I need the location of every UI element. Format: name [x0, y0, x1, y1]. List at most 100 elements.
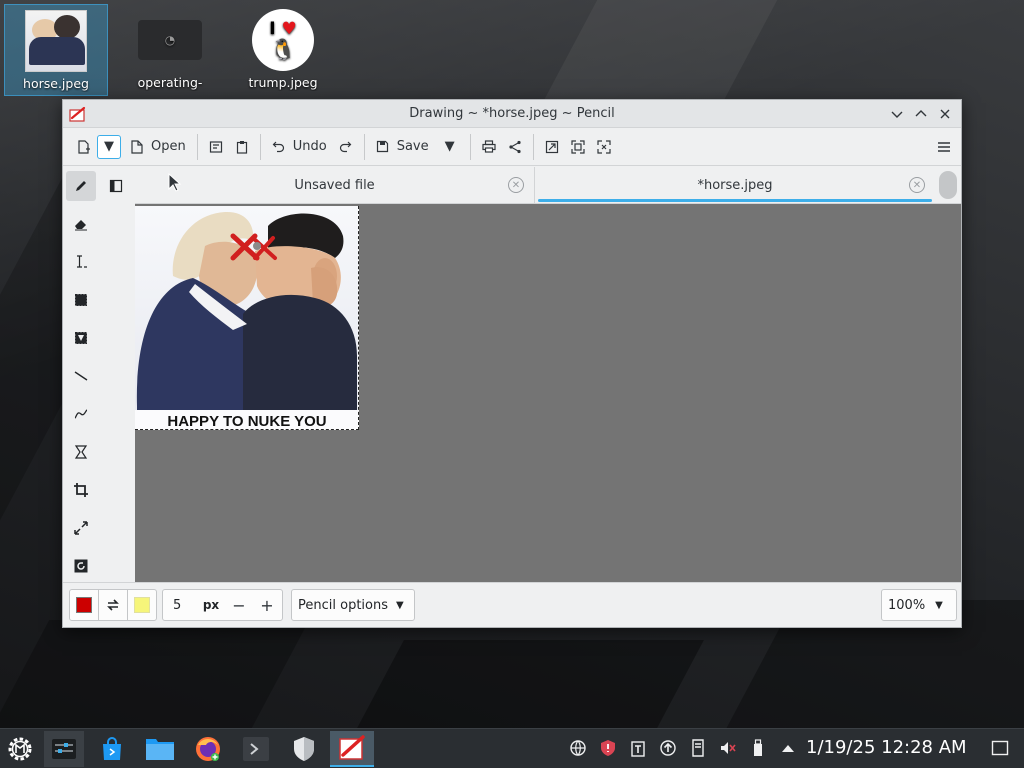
tab-horse-jpeg[interactable]: *horse.jpeg ✕	[535, 167, 935, 203]
window-title: Drawing ~ *horse.jpeg ~ Pencil	[409, 106, 615, 121]
tab-label: Unsaved file	[294, 177, 375, 193]
swap-arrows-icon	[107, 599, 119, 611]
print-button[interactable]	[476, 133, 502, 161]
application-launcher[interactable]	[0, 731, 40, 767]
network-tray-icon[interactable]	[568, 738, 588, 758]
desktop-icon-label: horse.jpeg	[23, 76, 89, 91]
save-button[interactable]: Save	[370, 133, 435, 161]
toolbar-separator	[469, 133, 471, 160]
image-tabs: Unsaved file ✕ *horse.jpeg ✕	[135, 167, 961, 204]
taskbar-shield[interactable]	[284, 731, 324, 767]
tool-options-dropdown[interactable]: Pencil options ▼	[291, 589, 415, 621]
size-decrease-button[interactable]: −	[225, 596, 253, 615]
tray-expand-button[interactable]	[778, 738, 798, 758]
undo-button[interactable]: Undo	[266, 133, 333, 161]
secondary-color-swatch	[134, 597, 150, 613]
new-image-button[interactable]	[71, 133, 97, 161]
tool-curve[interactable]	[66, 399, 96, 429]
taskbar-drawing[interactable]	[330, 731, 374, 767]
tool-line[interactable]	[66, 361, 96, 391]
tool-rotate[interactable]	[66, 551, 96, 581]
redo-button[interactable]	[333, 133, 359, 161]
storage-tray-icon[interactable]	[688, 738, 708, 758]
size-input[interactable]: 5	[163, 598, 197, 613]
network-globe-icon	[570, 740, 586, 756]
maximize-button[interactable]	[911, 104, 931, 124]
new-options-dropdown[interactable]: ▼	[97, 134, 121, 159]
exchange-colors-button[interactable]	[98, 590, 127, 620]
tab-close-icon[interactable]: ✕	[508, 177, 524, 193]
tabs-scroll-handle[interactable]	[935, 167, 961, 203]
save-options-dropdown[interactable]: ▼	[435, 133, 465, 161]
paste-button[interactable]	[229, 133, 255, 161]
desktop-icon-horse[interactable]: horse.jpeg	[4, 4, 108, 96]
security-tray-icon[interactable]	[598, 738, 618, 758]
tab-unsaved-file[interactable]: Unsaved file ✕	[135, 167, 535, 203]
zoom-dropdown[interactable]: 100% ▼	[881, 589, 957, 621]
drawing-window: Drawing ~ *horse.jpeg ~ Pencil ▼ Open Un…	[62, 99, 962, 628]
clipboard-tray-icon[interactable]	[628, 738, 648, 758]
caret-down-icon: ▼	[444, 139, 455, 154]
wallpaper-shape	[0, 620, 310, 728]
i-love-text: I	[269, 19, 276, 39]
tool-shape[interactable]	[66, 437, 96, 467]
device-tray-icon[interactable]	[748, 738, 768, 758]
minimize-button[interactable]	[887, 104, 907, 124]
window-titlebar[interactable]: Drawing ~ *horse.jpeg ~ Pencil	[63, 100, 961, 128]
firefox-icon	[196, 737, 220, 761]
tab-label: *horse.jpeg	[697, 177, 773, 193]
tool-free-select[interactable]	[66, 323, 96, 353]
updates-tray-icon[interactable]	[658, 738, 678, 758]
tab-close-icon[interactable]: ✕	[909, 177, 925, 193]
tool-crop[interactable]	[66, 475, 96, 505]
optimal-zoom-button[interactable]	[591, 133, 617, 161]
primary-color-button[interactable]	[70, 590, 98, 620]
size-increase-button[interactable]: +	[253, 596, 281, 615]
tool-pencil[interactable]	[66, 171, 96, 201]
sd-card-icon	[692, 739, 704, 757]
tux-icon: 🐧	[270, 37, 296, 61]
close-icon	[940, 109, 950, 119]
shield-icon	[294, 737, 314, 761]
tool-rect-select[interactable]	[66, 285, 96, 315]
main-menu-button[interactable]	[931, 133, 957, 161]
tool-text[interactable]	[66, 247, 96, 277]
close-button[interactable]	[935, 104, 955, 124]
save-icon	[376, 140, 388, 153]
taskbar-discover[interactable]	[92, 731, 132, 767]
secondary-color-button[interactable]	[127, 590, 156, 620]
taskbar-dolphin[interactable]	[140, 731, 180, 767]
tool-scale[interactable]	[66, 513, 96, 543]
tool-eraser[interactable]	[66, 209, 96, 239]
taskbar-system-settings[interactable]	[44, 731, 84, 767]
fullscreen-icon	[571, 139, 585, 154]
drawing-app-icon	[339, 735, 365, 760]
import-button[interactable]	[203, 133, 229, 161]
undo-button-label: Undo	[292, 139, 327, 154]
chevron-up-icon	[915, 110, 927, 117]
drawing-canvas-area[interactable]: HAPPY TO NUKE YOU	[135, 204, 961, 582]
desktop-icon-operating[interactable]: ◔ operating-	[118, 4, 222, 96]
volume-tray-icon[interactable]	[718, 738, 738, 758]
open-button[interactable]: Open	[125, 133, 192, 161]
zoom-fit-button[interactable]	[539, 133, 565, 161]
zoom-fit-icon	[545, 140, 558, 153]
taskbar-terminal[interactable]	[236, 731, 276, 767]
photo-image: HAPPY TO NUKE YOU	[135, 206, 358, 429]
desktop-icon-trump[interactable]: I ♥ 🐧 trump.jpeg	[231, 4, 335, 96]
image-canvas[interactable]: HAPPY TO NUKE YOU	[135, 206, 359, 430]
folder-icon	[146, 739, 174, 760]
open-button-label: Open	[151, 139, 186, 154]
caret-up-icon	[782, 745, 794, 752]
i-love-linux-icon: I ♥ 🐧	[252, 9, 314, 71]
open-file-icon	[131, 139, 143, 154]
caret-down-icon: ▼	[935, 599, 943, 611]
fullscreen-button[interactable]	[565, 133, 591, 161]
taskbar-firefox[interactable]	[188, 731, 228, 767]
toggle-tools-panel[interactable]	[101, 171, 131, 201]
share-button[interactable]	[502, 133, 528, 161]
curve-icon	[74, 409, 88, 419]
show-desktop-button[interactable]	[990, 738, 1010, 758]
taskbar-clock[interactable]: 1/19/25 12:28 AM	[806, 737, 967, 758]
hamburger-menu-icon	[938, 141, 950, 152]
